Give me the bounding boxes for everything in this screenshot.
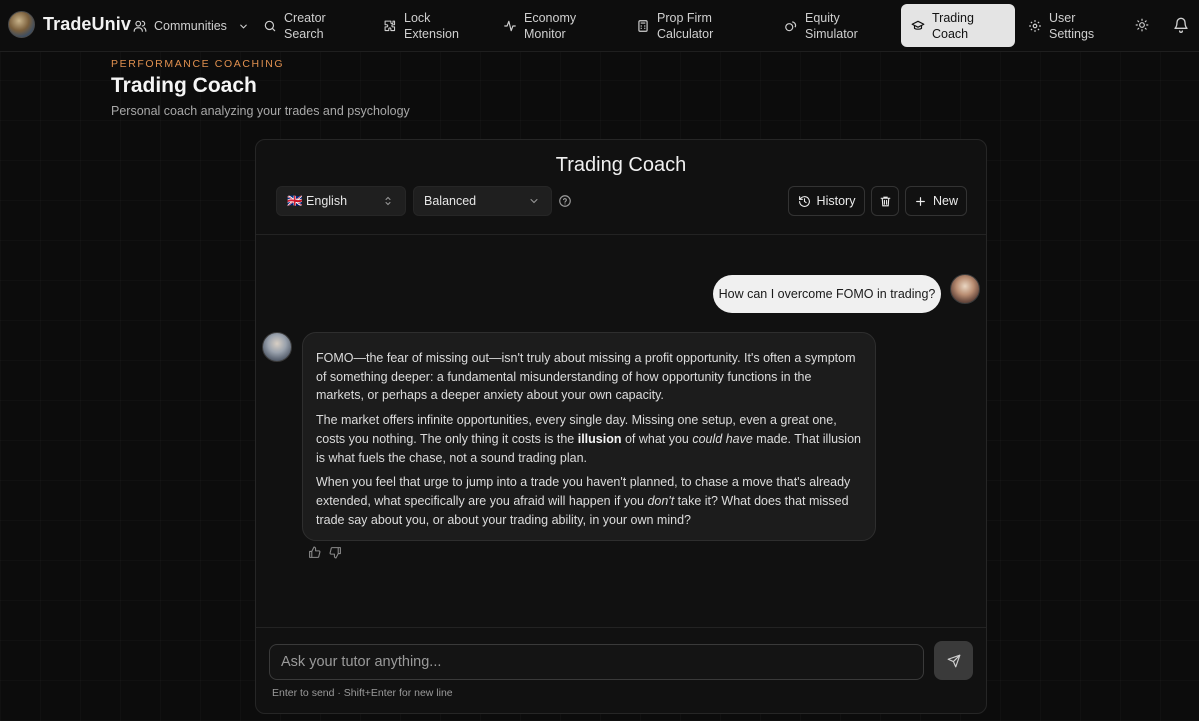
chevron-down-icon (530, 199, 538, 204)
brand-name: TradeUniv (43, 14, 131, 34)
plus-icon (916, 196, 925, 206)
nav-creator-search-label: Creator Search (284, 11, 326, 41)
header-divider (256, 234, 986, 235)
nav-prop-firm-calculator-label: Prop Firm Calculator (657, 11, 714, 41)
thumbs-down-icon[interactable] (329, 546, 342, 559)
coach-paragraph-1: FOMO—the fear of missing out—isn't truly… (316, 351, 856, 403)
nav-communities-label: Communities (154, 19, 227, 33)
graduation-cap-icon (911, 19, 925, 33)
nav-equity-simulator-label: Equity Simulator (805, 11, 858, 41)
coach-paragraph-3: When you feel that urge to jump into a t… (316, 475, 851, 527)
help-circle-icon[interactable] (558, 194, 572, 208)
coach-message: FOMO—the fear of missing out—isn't truly… (302, 332, 876, 541)
send-button[interactable] (934, 641, 973, 680)
coach-panel: Trading Coach 🇬🇧 English Balanced Histor… (255, 139, 987, 714)
nav-creator-search[interactable]: Creator Search (263, 0, 326, 52)
coach-paragraph-2: The market offers infinite opportunities… (316, 413, 861, 465)
nav-trading-coach-label: Trading Coach (932, 10, 974, 41)
bell-icon (1174, 17, 1188, 33)
chevron-down-icon (238, 21, 249, 32)
page-kicker: PERFORMANCE COACHING (111, 58, 285, 70)
trash-icon (880, 196, 890, 206)
chevron-updown-icon (385, 196, 391, 206)
delete-button[interactable] (871, 186, 899, 216)
notifications-button[interactable] (1172, 16, 1190, 34)
nav-user-settings-label: User Settings (1049, 11, 1095, 41)
mode-select-value: Balanced (424, 194, 477, 208)
page-subtitle: Personal coach analyzing your trades and… (111, 104, 410, 118)
composer-divider (256, 627, 986, 628)
activity-icon (503, 19, 517, 33)
language-select-value: 🇬🇧 English (287, 193, 348, 208)
user-message: How can I overcome FOMO in trading? (713, 275, 941, 313)
history-icon (798, 195, 810, 207)
coins-icon (784, 19, 798, 33)
input-hint: Enter to send · Shift+Enter for new line (272, 687, 453, 699)
history-button-label: History (816, 194, 856, 208)
thumbs-up-icon[interactable] (308, 546, 321, 559)
gear-icon (1028, 19, 1042, 33)
user-avatar (950, 274, 980, 304)
nav-economy-monitor[interactable]: Economy Monitor (503, 0, 576, 52)
nav-lock-extension[interactable]: Lock Extension (383, 0, 459, 52)
chat-input[interactable] (269, 644, 924, 680)
panel-title: Trading Coach (555, 154, 687, 176)
top-navbar: TradeUniv Communities Creator Search Loc… (0, 0, 1199, 52)
users-icon (133, 19, 147, 33)
coach-avatar (262, 332, 292, 362)
brand-logo (8, 11, 35, 38)
new-chat-button-label: New (932, 194, 958, 208)
user-message-text: How can I overcome FOMO in trading? (718, 287, 936, 301)
language-select[interactable]: 🇬🇧 English (276, 186, 406, 216)
history-button[interactable]: History (788, 186, 865, 216)
nav-communities[interactable]: Communities (133, 0, 249, 52)
brand[interactable]: TradeUniv (8, 11, 131, 38)
nav-economy-monitor-label: Economy Monitor (524, 11, 577, 41)
nav-trading-coach[interactable]: Trading Coach (901, 4, 1015, 47)
new-chat-button[interactable]: New (905, 186, 967, 216)
nav-lock-extension-label: Lock Extension (404, 11, 459, 41)
sun-icon (1135, 18, 1149, 32)
search-icon (263, 19, 277, 33)
mode-select[interactable]: Balanced (413, 186, 552, 216)
page-title: Trading Coach (111, 74, 257, 97)
nav-prop-firm-calculator[interactable]: Prop Firm Calculator (636, 0, 713, 52)
theme-toggle-button[interactable] (1133, 16, 1151, 34)
calculator-icon (636, 19, 650, 33)
puzzle-icon (383, 19, 397, 33)
nav-user-settings[interactable]: User Settings (1028, 0, 1094, 52)
nav-equity-simulator[interactable]: Equity Simulator (784, 0, 858, 52)
send-icon (947, 654, 960, 667)
